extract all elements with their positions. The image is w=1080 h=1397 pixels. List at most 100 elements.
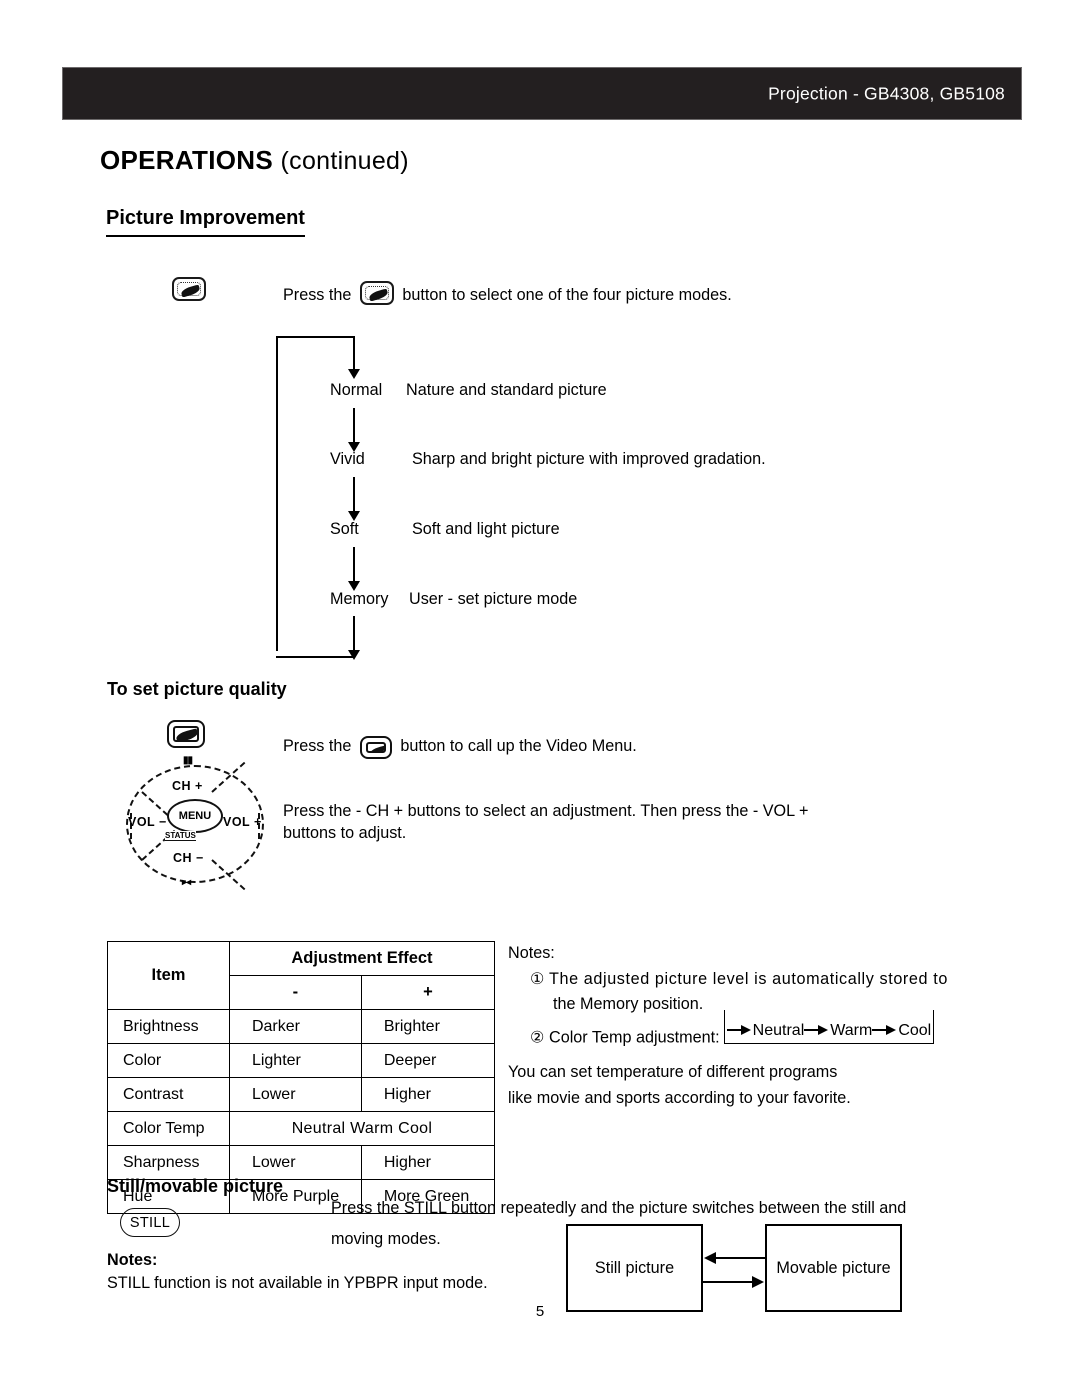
notes-block: Notes: ① The adjusted picture level is a… (508, 941, 978, 1111)
note-item-2-marker: ② (530, 1028, 545, 1047)
color-temp-arrow-3 (872, 1024, 898, 1035)
still-instruction-line-1: Press the STILL button repeatedly and th… (331, 1199, 907, 1217)
flow-arrow-memory-to-loop (347, 616, 361, 660)
table-cell-plus: Deeper (360, 1043, 496, 1078)
table-row: Color Temp Neutral Warm Cool (107, 1111, 496, 1146)
flow-item-memory-desc: User - set picture mode (409, 590, 578, 608)
table-cell-minus: Lower (228, 1077, 362, 1112)
dpad-tick-bottom: ▸◂ (182, 877, 191, 888)
dpad-button-vol-minus[interactable]: VOL − (128, 815, 167, 829)
dpad-button-ch-down[interactable]: CH − (173, 851, 204, 865)
picture-mode-icon-inline (359, 281, 394, 305)
note-item-2: ② Color Temp adjustment: Neutral Warm Cool (508, 1009, 978, 1059)
note-item-1-line-1: ① The adjusted picture level is automati… (508, 967, 978, 993)
table-cell-item: Contrast (107, 1077, 230, 1112)
flow-item-vivid-label: Vivid (330, 450, 365, 468)
color-temp-warm: Warm (830, 1021, 873, 1039)
dpad-button-vol-plus[interactable]: VOL + (223, 815, 262, 829)
still-button[interactable]: STILL (120, 1208, 180, 1237)
color-temp-cycle-bracket: Neutral Warm Cool (723, 1009, 935, 1044)
page-number: 5 (535, 1303, 545, 1320)
video-menu-instruction-suffix: button to call up the Video Menu. (395, 737, 637, 755)
color-temp-neutral: Neutral (752, 1021, 805, 1039)
instruction-prefix: Press the (283, 286, 356, 304)
subsection-to-set-picture-quality: To set picture quality (107, 679, 287, 699)
table-cell-item: Color Temp (107, 1111, 230, 1146)
table-cell-item: Brightness (107, 1009, 230, 1044)
flow-loop-bottom-segment (276, 656, 354, 658)
dpad-button-menu[interactable]: MENU (167, 799, 223, 833)
table-row: Color Lighter Deeper (107, 1043, 496, 1078)
note-tail-line-1: You can set temperature of different pro… (508, 1063, 838, 1081)
dpad-label-status: STATUS (165, 831, 196, 841)
manual-page: Projection - GB4308, GB5108 OPERATIONS (… (0, 0, 1080, 1397)
table-row: Brightness Darker Brighter (107, 1009, 496, 1044)
subsection-still-movable-picture: Still/movable picture (107, 1176, 284, 1196)
flow-loop-left-segment (276, 336, 278, 651)
remote-dpad: ▮▮ ▸◂ CH + CH − VOL − VOL + STATUS MENU (120, 755, 270, 895)
note-item-1-marker: ① (530, 969, 545, 988)
video-menu-icon-inline-screen (365, 742, 386, 753)
table-header-row: Item Adjustment Effect (107, 941, 496, 1010)
flow-item-memory-label: Memory (330, 590, 389, 608)
instruction-suffix: button to select one of the four picture… (397, 286, 732, 304)
note-tail-line-2: like movie and sports according to your … (508, 1088, 851, 1107)
video-menu-instruction-prefix: Press the (283, 737, 356, 755)
note-item-2-text: Color Temp adjustment: (549, 1028, 720, 1047)
video-menu-icon (167, 720, 205, 748)
table-header-item: Item (107, 941, 230, 1010)
table-cell-item: Color (107, 1043, 230, 1078)
table-cell-plus: Higher (360, 1077, 496, 1112)
flow-loop-top-segment (276, 336, 354, 338)
picture-mode-flow-diagram: Normal Nature and standard picture Vivid… (276, 336, 796, 660)
picture-mode-icon (172, 277, 206, 301)
table-cell-minus: Darker (228, 1009, 362, 1044)
flow-item-normal-label: Normal (330, 381, 383, 399)
diagram-box-still-picture: Still picture (566, 1224, 703, 1312)
flow-item-vivid-desc: Sharp and bright picture with improved g… (412, 450, 766, 468)
table-header-adjustment-effect: Adjustment Effect (228, 941, 496, 976)
table-cell-color-temp-values: Neutral Warm Cool (228, 1111, 496, 1146)
flow-item-memory: Memory (330, 590, 388, 609)
flow-arrow-soft-to-memory (347, 547, 361, 591)
header-title: Projection - GB4308, GB5108 (768, 83, 1005, 103)
color-temp-cycle-diagram: Neutral Warm Cool (723, 1009, 935, 1059)
notes-label: Notes: (508, 944, 555, 962)
diagram-box-movable-picture: Movable picture (765, 1224, 902, 1312)
video-menu-icon-inline (359, 736, 392, 759)
flow-arrow-normal-to-vivid (347, 408, 361, 452)
dpad-tick-top: ▮▮ (183, 755, 193, 766)
table-cell-plus: Higher (360, 1145, 496, 1180)
table-cell-minus: Lighter (228, 1043, 362, 1078)
adjustment-effect-table: Item Adjustment Effect - + Brightness Da… (107, 941, 496, 1214)
still-instruction-line-2: moving modes. (331, 1230, 441, 1248)
still-notes-label: Notes: (107, 1251, 158, 1269)
dpad-button-ch-up[interactable]: CH + (172, 779, 203, 793)
table-header-plus: + (360, 975, 496, 1010)
flow-item-soft-desc: Soft and light picture (412, 520, 560, 538)
flow-item-soft: Soft (330, 520, 359, 539)
color-temp-cool: Cool (898, 1021, 932, 1039)
flow-arrow-vivid-to-soft (347, 477, 361, 521)
subsection-picture-improvement: Picture Improvement (106, 207, 305, 237)
color-temp-arrow-1 (726, 1024, 753, 1035)
page-header-bar: Projection - GB4308, GB5108 (62, 67, 1022, 120)
note-item-1-text: The adjusted picture level is automatica… (549, 969, 948, 988)
arrow-still-to-movable (703, 1274, 764, 1290)
flow-item-normal: Normal (330, 381, 382, 400)
flow-arrow-into-normal (347, 336, 361, 379)
adjust-instruction: Press the - CH + buttons to select an ad… (283, 802, 809, 842)
flow-item-vivid: Vivid (330, 450, 365, 469)
still-notes-text: STILL function is not available in YPBPR… (107, 1274, 488, 1292)
flow-item-soft-label: Soft (330, 520, 359, 538)
table-header-minus: - (228, 975, 362, 1010)
table-row: Contrast Lower Higher (107, 1077, 496, 1112)
ops-title-text: OPERATIONS (100, 145, 273, 175)
video-menu-instruction: Press the button to call up the Video Me… (283, 728, 637, 759)
video-menu-icon-screen (173, 726, 199, 742)
arrow-movable-to-still (704, 1250, 765, 1266)
color-temp-arrow-2 (804, 1024, 830, 1035)
table-cell-plus: Brighter (360, 1009, 496, 1044)
picture-mode-instruction: Press the button to select one of the fo… (283, 276, 732, 306)
flow-item-normal-desc: Nature and standard picture (406, 381, 607, 399)
